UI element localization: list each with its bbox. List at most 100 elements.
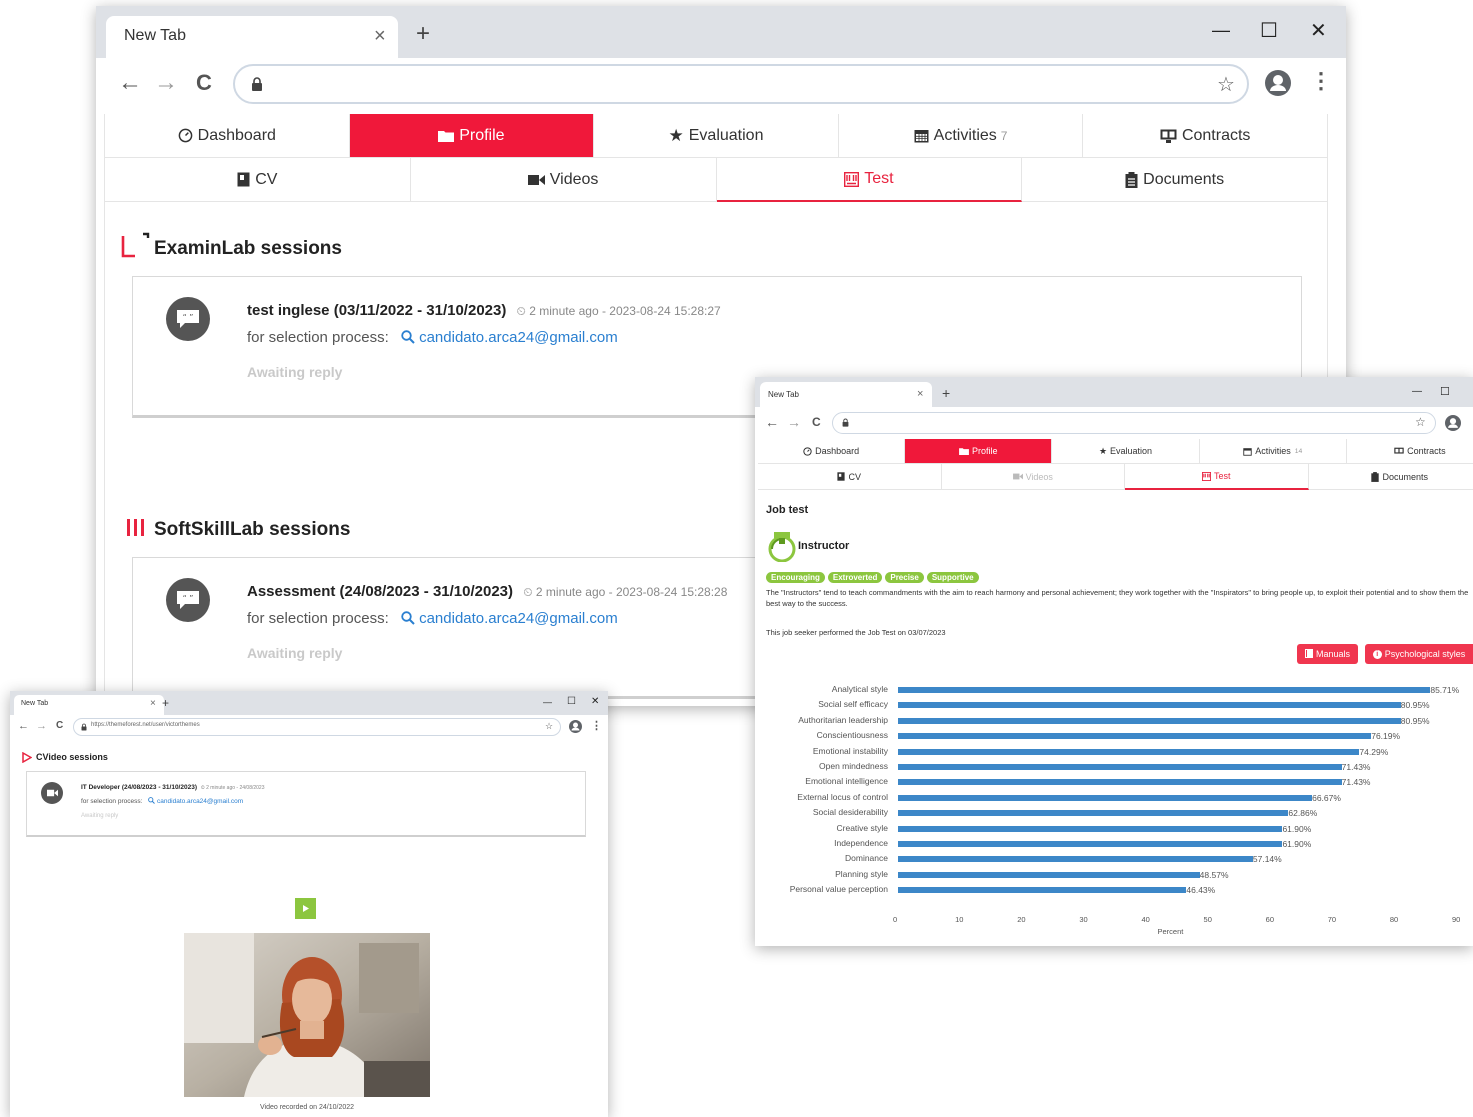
submenu-item-videos[interactable]: Videos [941, 464, 1125, 490]
menu-label: Documents [1382, 471, 1429, 482]
minimize-icon[interactable]: — [1212, 20, 1230, 41]
menu-item-profile[interactable]: Profile [905, 439, 1053, 464]
selection-email-link[interactable]: candidato.arca24@gmail.com [401, 329, 618, 346]
menu-item-profile[interactable]: Profile [349, 114, 595, 158]
new-tab-icon[interactable]: + [416, 20, 430, 48]
submenu-item-cv[interactable]: CV [758, 464, 942, 490]
submenu-item-documents[interactable]: Documents [1022, 158, 1327, 202]
back-icon[interactable]: ← [118, 69, 142, 97]
bookmark-star-icon[interactable]: ☆ [1217, 72, 1235, 97]
bookmark-star-icon[interactable]: ☆ [1415, 415, 1426, 429]
new-tab-icon[interactable]: + [942, 385, 950, 401]
session-title-text: Assessment (24/08/2023 - 31/10/2023) [247, 583, 514, 600]
reload-icon[interactable]: C [196, 70, 212, 96]
instructor-profile-icon [768, 532, 796, 562]
close-tab-icon[interactable]: × [917, 388, 923, 400]
menu-label: Activities [933, 126, 997, 144]
info-icon: i [1372, 649, 1382, 659]
chart-category-label: Analytical style [831, 684, 888, 694]
submenu-item-cv[interactable]: CV [105, 158, 411, 202]
menu-item-contracts[interactable]: Contracts [1346, 439, 1473, 464]
session-status: Awaiting reply [81, 813, 119, 819]
menu-item-evaluation[interactable]: ★ Evaluation [594, 114, 839, 158]
selection-email-link[interactable]: candidato.arca24@gmail.com [401, 610, 618, 627]
back-icon[interactable]: ← [18, 720, 29, 732]
play-button[interactable] [295, 898, 316, 919]
browser-toolbar: ← → C ☆ [755, 407, 1473, 439]
menu-item-activities[interactable]: Activities 14 [1199, 439, 1347, 464]
chart-category-label: Planning style [835, 868, 888, 879]
menu-kebab-icon[interactable]: ⋮ [1310, 68, 1332, 94]
new-tab-icon[interactable]: + [162, 696, 169, 710]
play-outline-icon [22, 752, 32, 763]
star-icon: ★ [1098, 445, 1108, 456]
maximize-icon[interactable]: ☐ [1440, 385, 1450, 398]
submenu-item-test[interactable]: Test [716, 158, 1023, 202]
close-window-icon[interactable]: ✕ [1310, 18, 1327, 43]
menu-item-dashboard[interactable]: Dashboard [105, 114, 350, 158]
trait-tag: Extroverted [827, 572, 883, 583]
chart-value-label: 71.43% [1341, 762, 1371, 772]
maximize-icon[interactable]: ☐ [567, 696, 576, 707]
trait-tag: Encouraging [766, 572, 825, 583]
forward-icon[interactable]: → [787, 414, 801, 430]
menu-item-activities[interactable]: Activities 7 [838, 114, 1084, 158]
tab-strip: New Tab × + — ☐ ✕ [10, 691, 608, 715]
trait-tag: Supportive [926, 572, 979, 583]
selection-email-link[interactable]: candidato.arca24@gmail.com [148, 797, 243, 805]
browser-tab[interactable]: New Tab × [760, 382, 932, 407]
lock-icon [842, 418, 849, 427]
psychological-styles-button[interactable]: i Psychological styles [1365, 644, 1473, 664]
profile-avatar-icon[interactable] [1445, 415, 1461, 431]
reload-icon[interactable]: C [56, 720, 63, 731]
address-bar[interactable]: https://themeforest.net/user/victortheme… [73, 718, 561, 736]
maximize-icon[interactable]: ☐ [1260, 18, 1278, 43]
profile-avatar-icon[interactable] [569, 720, 582, 733]
bookmark-star-icon[interactable]: ☆ [545, 721, 553, 732]
chart-bar [898, 856, 1253, 863]
close-window-icon[interactable]: ✕ [591, 696, 599, 707]
manuals-label: Manuals [1315, 649, 1351, 659]
chart-category-label: Creative style [836, 822, 889, 833]
close-tab-icon[interactable]: × [374, 25, 386, 48]
chart-value-label: 46.43% [1186, 885, 1216, 896]
chart-bar [898, 887, 1187, 894]
browser-tab[interactable]: New Tab × [106, 16, 398, 58]
chart-value-label: 80.95% [1400, 700, 1430, 711]
jobtest-browser-window: New Tab × + — ☐ ← → C ☆ Dashboard Profil… [755, 377, 1473, 946]
menu-item-contracts[interactable]: Contracts [1083, 114, 1327, 158]
minimize-icon[interactable]: — [543, 697, 552, 707]
menu-label: Profile [459, 126, 505, 144]
menu-label: CV [255, 170, 278, 188]
chart-value-label: 71.43% [1341, 777, 1371, 788]
forward-icon[interactable]: → [36, 720, 47, 732]
minimize-icon[interactable]: — [1412, 386, 1422, 397]
forward-icon[interactable]: → [154, 69, 178, 97]
submenu-item-documents[interactable]: Documents [1308, 464, 1473, 490]
address-bar[interactable]: ☆ [832, 412, 1436, 434]
submenu-item-videos[interactable]: Videos [410, 158, 717, 202]
trait-tag: Precise [885, 572, 924, 583]
chart-x-tick: 90 [1452, 914, 1461, 924]
menu-item-dashboard[interactable]: Dashboard [758, 439, 906, 464]
svg-text:“ ”: “ ” [183, 594, 194, 603]
menu-kebab-icon[interactable]: ⋮ [591, 719, 602, 732]
performed-date-text: This job seeker performed the Job Test o… [766, 628, 946, 637]
profile-avatar-icon[interactable] [1265, 70, 1291, 96]
star-icon: ★ [668, 125, 684, 145]
submenu-item-test[interactable]: Test [1125, 464, 1309, 490]
video-thumbnail-image[interactable] [184, 933, 430, 1097]
back-icon[interactable]: ← [765, 414, 779, 430]
reload-icon[interactable]: C [812, 415, 821, 429]
session-title-text: test inglese (03/11/2022 - 31/10/2023) [247, 302, 507, 319]
clock-icon: ⏲ [516, 304, 526, 318]
chart-value-label: 62.86% [1288, 808, 1318, 819]
browser-tab[interactable]: New Tab × [14, 695, 164, 715]
session-status: Awaiting reply [247, 364, 343, 380]
chart-x-axis-label: Percent [1157, 926, 1184, 936]
chat-bubble-icon: “ ” [166, 297, 210, 341]
menu-item-evaluation[interactable]: ★ Evaluation [1052, 439, 1200, 464]
close-tab-icon[interactable]: × [150, 698, 156, 709]
manuals-button[interactable]: Manuals [1297, 644, 1358, 664]
address-bar[interactable]: ☆ [233, 64, 1249, 104]
